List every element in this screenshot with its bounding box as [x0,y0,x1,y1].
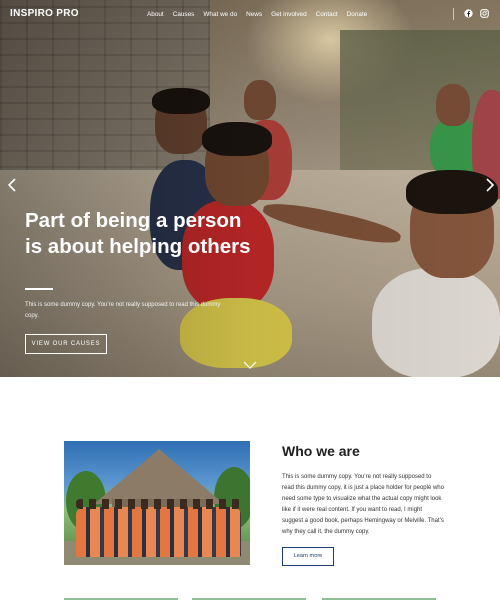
team-photo-group-heads [76,499,241,509]
view-causes-button[interactable]: VIEW OUR CAUSES [25,334,107,354]
chevron-right-icon[interactable] [484,178,496,192]
team-photo-roof [94,449,224,504]
site-logo[interactable]: INSPIRO PRO [10,8,79,19]
top-navigation: INSPIRO PRO About Causes What we do News… [0,0,500,30]
section-body-text: This is some dummy copy. You’re not real… [282,474,444,536]
chevron-left-icon[interactable] [6,178,18,192]
hero-slider: INSPIRO PRO About Causes What we do News… [0,0,500,377]
nav-item-news[interactable]: News [246,11,262,18]
section-title: Who we are [282,443,360,459]
team-photo [64,441,250,565]
hero-subtitle: This is some dummy copy. You’re not real… [25,302,221,319]
hero-divider [25,288,53,290]
instagram-icon[interactable] [480,9,489,18]
nav-item-get-involved[interactable]: Get involved [271,11,307,18]
nav-item-donate[interactable]: Donate [347,11,368,18]
learn-more-button[interactable]: Learn more [282,547,334,566]
main-menu: About Causes What we do News Get involve… [147,11,367,18]
nav-item-what-we-do[interactable]: What we do [203,11,237,18]
team-photo-group [76,507,241,557]
chevron-down-icon[interactable] [243,361,257,370]
hero-title: Part of being a person is about helping … [25,209,251,258]
facebook-icon[interactable] [464,9,473,18]
nav-item-contact[interactable]: Contact [316,11,338,18]
nav-item-about[interactable]: About [147,11,164,18]
nav-item-causes[interactable]: Causes [173,11,195,18]
nav-divider [453,8,454,20]
